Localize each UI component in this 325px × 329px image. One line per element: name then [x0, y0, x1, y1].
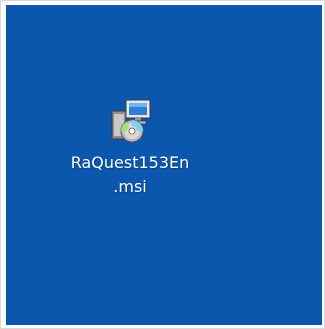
- msi-installer-icon: [111, 99, 151, 143]
- desktop-file-icon-raquest-msi[interactable]: RaQuest153En .msi: [60, 95, 200, 235]
- file-name-line-2: .msi: [113, 177, 147, 196]
- desktop-background: RaQuest153En .msi: [6, 5, 322, 325]
- file-name-label: RaQuest153En .msi: [60, 151, 200, 199]
- screenshot-frame: RaQuest153En .msi: [0, 0, 325, 329]
- file-name-line-1: RaQuest153En: [70, 153, 190, 172]
